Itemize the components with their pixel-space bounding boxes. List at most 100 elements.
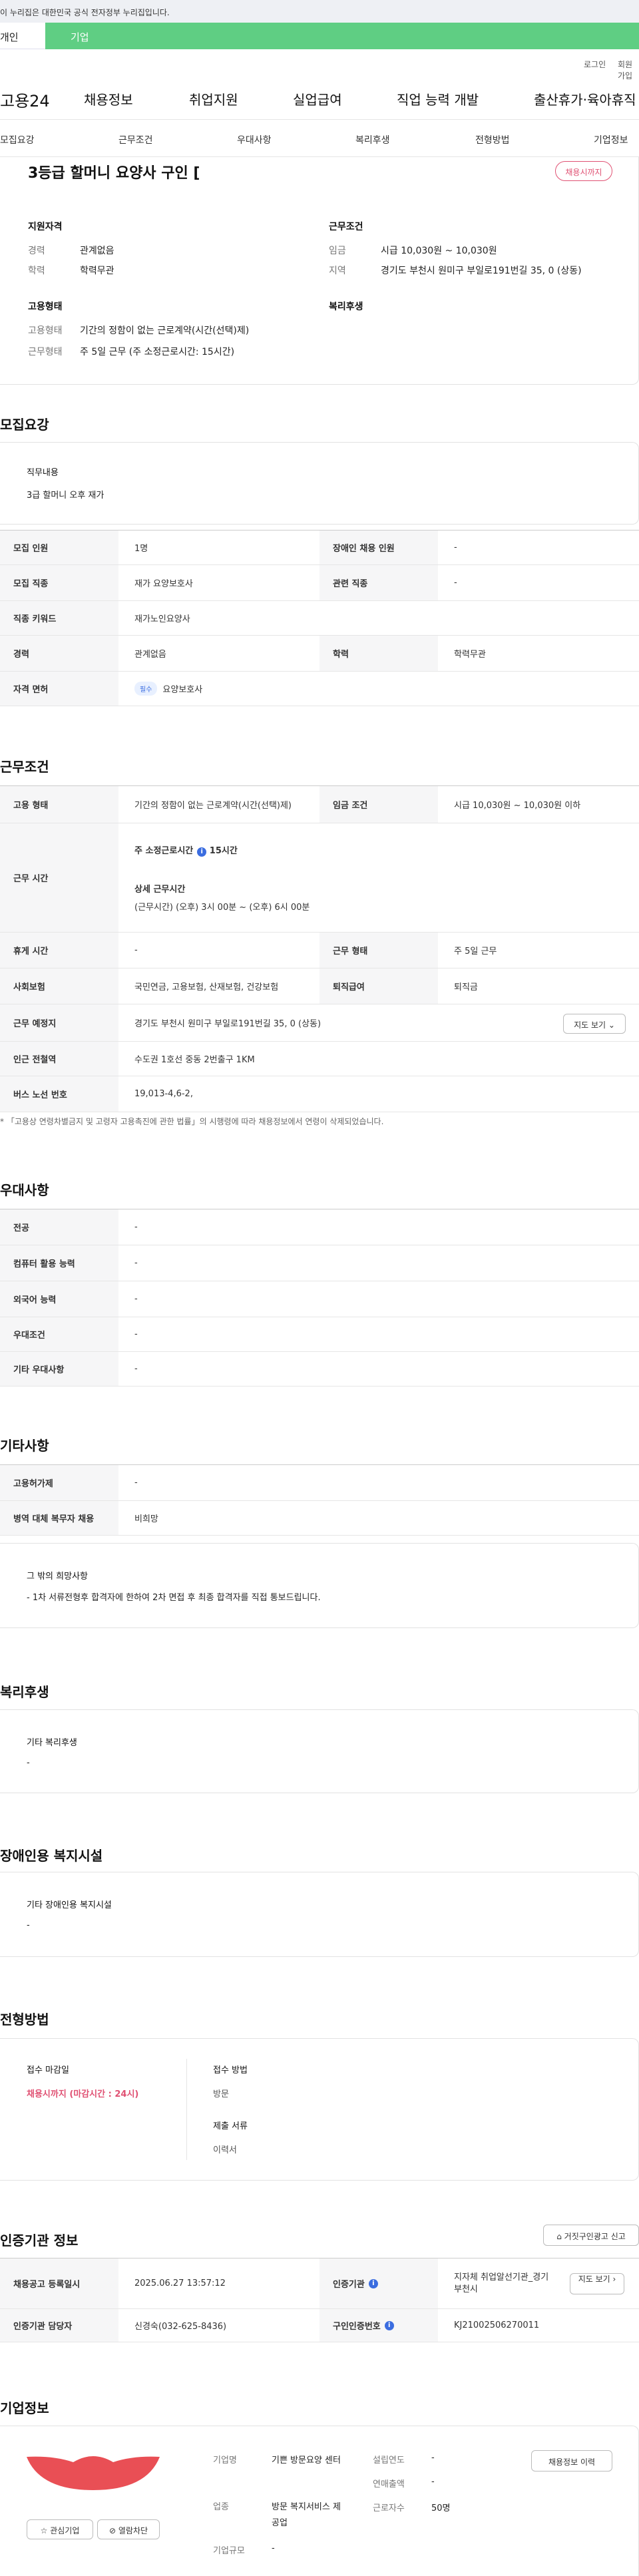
duty-label: 직무내용: [27, 468, 59, 478]
login-link[interactable]: 로그인: [584, 59, 606, 70]
company-name-value: 기쁜 방문요양 센터: [272, 2456, 341, 2466]
work-conditions-heading: 근무조건: [329, 222, 363, 232]
disabled-label: 장애인 채용 인원: [320, 531, 438, 564]
facility-box-title: 기타 장애인용 복지시설: [27, 1900, 112, 1910]
history-button[interactable]: 채용정보 이력: [531, 2450, 612, 2471]
job-category-label: 모집 직종: [0, 565, 118, 600]
tab-company[interactable]: 기업정보: [594, 133, 628, 146]
industry-label: 업종: [213, 2502, 229, 2512]
career-label: 경력: [28, 246, 45, 256]
welfare-section-title: 복리후생: [0, 1684, 49, 1700]
company-logo: [27, 2456, 160, 2490]
manager-label: 인증기관 담당자: [0, 2309, 118, 2342]
block-view-button[interactable]: ⊘ 열람차단: [97, 2519, 160, 2539]
other-preference-label: 기타 우대사항: [0, 1352, 118, 1386]
computer-skill-label: 컴퓨터 활용 능력: [0, 1245, 118, 1281]
bus-value: 19,013-4,6-2,: [134, 1089, 193, 1099]
other-wishes-box: 그 밖의 희망사항 - 1차 서류전형후 합격자에 한하여 2차 면접 후 최종…: [0, 1543, 639, 1628]
chevron-down-icon: ⌄: [608, 1020, 615, 1030]
age-notice: * 「고용상 연령차별금지 및 고령자 고용촉진에 관한 법률」의 시행령에 따…: [0, 1117, 384, 1126]
wage-cond-value: 시급 10,030원 ~ 10,030원 이하: [454, 801, 581, 811]
gov-banner-text: 이 누리집은 대한민국 공식 전자정부 누리집입니다.: [0, 8, 170, 17]
other-wishes-text: - 1차 서류전형후 합격자에 한하여 2차 면접 후 최종 합격자를 직접 통…: [27, 1593, 321, 1603]
headcount-label: 모집 인원: [0, 531, 118, 564]
related-job-value: -: [454, 578, 457, 588]
deadline-badge: 채용시까지: [555, 161, 612, 181]
gnb-item-jobs[interactable]: 채용정보: [84, 89, 133, 108]
rest-value: -: [134, 945, 138, 955]
employment-heading: 고용형태: [28, 302, 63, 312]
related-job-label: 관련 직종: [320, 565, 438, 600]
info-icon[interactable]: i: [197, 847, 207, 857]
workplace-value: 경기도 부천시 원미구 부일로191번길 35, 0 (상동): [134, 1019, 321, 1029]
preferred-condition-value: -: [134, 1329, 138, 1339]
site-logo[interactable]: 고용24: [0, 88, 50, 111]
facility-box-value: -: [27, 1920, 30, 1930]
deadline-label: 접수 마감일: [27, 2065, 69, 2075]
other-wishes-title: 그 밖의 희망사항: [27, 1572, 88, 1582]
keyword-value: 재가노인요양사: [134, 614, 190, 624]
gnb-item-leave[interactable]: 출산휴가·육아휴직: [534, 89, 636, 108]
language-label: 외국어 능력: [0, 1281, 118, 1317]
gnb-item-employment[interactable]: 취업지원: [189, 89, 238, 108]
cert-section-title: 인증기관 정보: [0, 2233, 79, 2249]
selection-section-title: 전형방법: [0, 2012, 49, 2028]
founded-value: -: [431, 2453, 435, 2463]
conditions-table: 고용 형태 기간의 정함이 없는 근로계약(시간(선택)제) 임금 조건 시급 …: [0, 785, 639, 1112]
career-row-label: 경력: [0, 636, 118, 671]
conditions-section-title: 근무조건: [0, 759, 49, 775]
career-row-value: 관계없음: [134, 650, 166, 660]
star-icon: ☆: [40, 2526, 48, 2535]
hours-value: 주 소정근로시간 i 15시간 상세 근무시간 (근무시간) (오후) 3시 00…: [118, 823, 639, 932]
toggle-personal[interactable]: 개인: [0, 23, 45, 49]
etc-section-title: 기타사항: [0, 1438, 49, 1454]
language-value: -: [134, 1294, 138, 1304]
gnb-item-training[interactable]: 직업 능력 개발: [397, 89, 479, 108]
education-value: 학력무관: [80, 266, 114, 276]
other-preference-value: -: [134, 1364, 138, 1374]
recruit-section-title: 모집요강: [0, 417, 49, 433]
report-button[interactable]: ⌂ 거짓구인광고 신고: [543, 2225, 639, 2246]
global-nav: 고용24 채용정보 취업지원 실업급여 직업 능력 개발 출산휴가·육아휴직: [0, 76, 639, 120]
staff-label: 근로자수: [373, 2503, 405, 2513]
deadline-value: 채용시까지 (마감시간 : 24시): [27, 2089, 139, 2099]
divider: [186, 2059, 187, 2160]
preference-table: 전공 - 컴퓨터 활용 능력 - 외국어 능력 - 우대조건 - 기타 우대사항 -: [0, 1209, 639, 1387]
block-icon: ⊘: [108, 2526, 116, 2535]
org-map-button[interactable]: 지도 보기 ›: [570, 2273, 624, 2294]
career-value: 관계없음: [80, 246, 114, 256]
welfare-box: 기타 복리후생 -: [0, 1709, 639, 1793]
work-permit-value: -: [134, 1478, 138, 1488]
education-row-value: 학력무관: [454, 650, 486, 660]
wage-value: 시급 10,030원 ~ 10,030원: [381, 246, 497, 256]
wage-label: 임금: [329, 246, 346, 256]
chevron-right-icon: ›: [612, 2274, 616, 2284]
sales-label: 연매출액: [373, 2479, 405, 2489]
gnb-item-unemployment[interactable]: 실업급여: [293, 89, 342, 108]
method-label: 접수 방법: [213, 2065, 248, 2075]
content: 3등급 할머니 요양사 구인 [ 채용시까지 지원자격 경력 관계없음 학력 학…: [0, 157, 639, 2576]
tab-welfare[interactable]: 복리후생: [355, 133, 390, 146]
hours-label: 근무 시간: [0, 823, 118, 932]
work-permit-label: 고용허가제: [0, 1465, 118, 1500]
sales-value: -: [431, 2477, 435, 2487]
etc-table: 고용허가제 - 병역 대체 복무자 채용 비희망: [0, 1464, 639, 1536]
company-card: ☆ 관심기업 ⊘ 열람차단 기업명 기쁜 방문요양 센터 업종 방문 복지서비스…: [0, 2426, 639, 2576]
documents-label: 제출 서류: [213, 2121, 248, 2131]
map-button[interactable]: 지도 보기 ⌄: [563, 1014, 626, 1034]
tab-conditions[interactable]: 근무조건: [118, 133, 153, 146]
info-icon[interactable]: i: [384, 2320, 394, 2330]
favorite-company-button[interactable]: ☆ 관심기업: [27, 2519, 93, 2539]
severance-label: 퇴직급여: [320, 968, 438, 1004]
rest-label: 휴게 시간: [0, 933, 118, 968]
info-icon[interactable]: i: [368, 2278, 378, 2288]
tab-preference[interactable]: 우대사항: [237, 133, 272, 146]
cert-org-value: 지자체 취업알선기관_경기 부천시: [454, 2272, 549, 2294]
employment-type-value: 기간의 정함이 없는 근로계약(시간(선택)제): [80, 325, 250, 336]
tab-selection[interactable]: 전형방법: [475, 133, 510, 146]
tab-recruit[interactable]: 모집요강: [0, 133, 35, 146]
toggle-company[interactable]: 기업: [45, 23, 639, 49]
company-size-value: -: [272, 2543, 275, 2553]
major-label: 전공: [0, 1209, 118, 1245]
founded-label: 설립연도: [373, 2456, 405, 2466]
